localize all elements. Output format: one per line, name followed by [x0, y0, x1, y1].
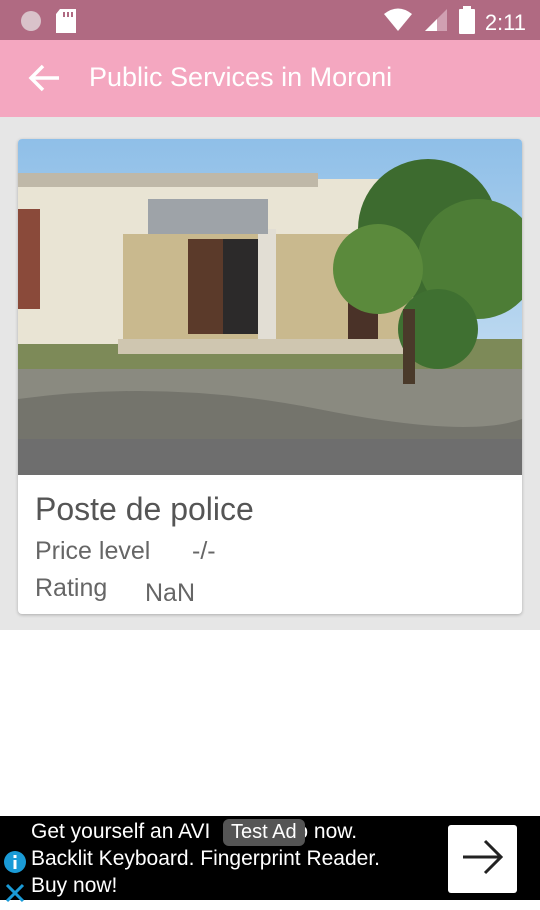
circle-notification-icon	[20, 10, 42, 37]
ad-close-icon[interactable]	[3, 881, 27, 910]
ad-text-line1: Get yourself an AVI	[31, 820, 211, 843]
sd-card-icon	[56, 9, 76, 38]
content-area: Poste de police Price level -/- Rating N…	[0, 117, 540, 630]
ad-banner[interactable]: Get yourself an AVI o now. Backlit Keyboa…	[0, 816, 540, 903]
ad-text-line2: Backlit Keyboard. Fingerprint Reader.	[31, 847, 381, 870]
wifi-icon	[383, 7, 413, 39]
ad-icons	[3, 850, 27, 910]
clock-text: 2:11	[484, 10, 526, 35]
status-right: 2:11	[383, 6, 526, 40]
place-photo	[18, 139, 522, 475]
ad-text-line1-end: o now.	[296, 820, 358, 843]
ad-info-icon[interactable]	[3, 850, 27, 879]
test-ad-badge: Test Ad	[223, 819, 305, 846]
ad-open-button[interactable]	[448, 825, 517, 893]
battery-icon	[458, 6, 475, 40]
page-title: Public Services in Moroni	[89, 62, 393, 92]
price-level-label: Price level	[35, 537, 151, 565]
rating-value: NaN	[145, 579, 196, 607]
app-bar: Public Services in Moroni	[0, 40, 540, 117]
arrow-back-icon	[27, 63, 61, 98]
price-level-value: -/-	[192, 537, 216, 565]
place-card[interactable]: Poste de police Price level -/- Rating N…	[18, 139, 522, 614]
status-bar: 2:11	[0, 0, 540, 40]
rating-label: Rating	[35, 574, 108, 602]
ad-text-line3: Buy now!	[31, 874, 118, 897]
back-button[interactable]	[24, 60, 64, 100]
signal-icon	[423, 7, 449, 39]
status-left	[20, 9, 76, 38]
arrow-forward-icon	[461, 837, 505, 882]
place-name: Poste de police	[35, 491, 254, 527]
